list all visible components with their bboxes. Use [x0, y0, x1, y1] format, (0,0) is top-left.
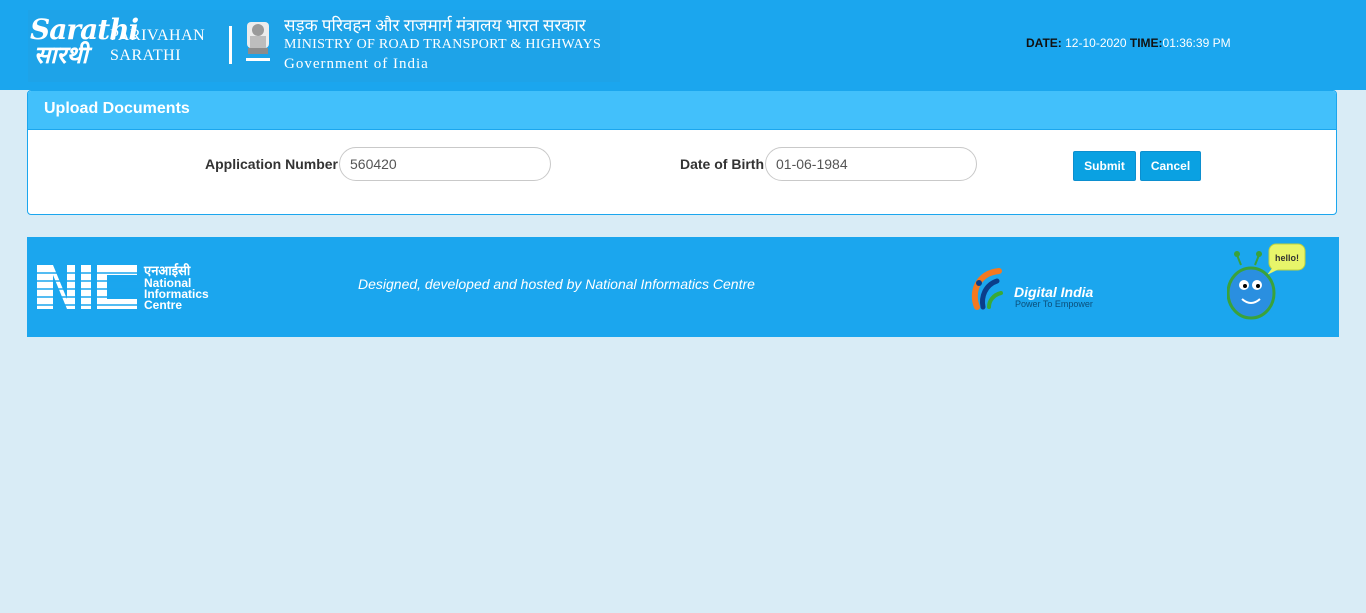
chatbot-speech-text: hello! — [1275, 253, 1299, 263]
digital-india-title: Digital India — [1014, 284, 1094, 300]
sarathi-logo: Sarathi सारथी — [30, 16, 139, 72]
brand-line-2: SARATHI — [110, 47, 182, 64]
digital-india-tagline: Power To Empower — [1015, 299, 1093, 309]
application-number-input[interactable] — [339, 147, 551, 181]
sarathi-logo-banner[interactable]: Sarathi सारथी PARIVAHAN SARATHI सड़क परि… — [28, 10, 620, 82]
brand-name: PARIVAHAN SARATHI — [110, 26, 205, 66]
dob-label: Date of Birth — [680, 156, 764, 172]
date-value: 12-10-2020 — [1065, 36, 1127, 50]
nic-line-3: Centre — [144, 298, 183, 312]
digital-india-icon — [971, 268, 1003, 310]
panel-header — [28, 91, 1336, 130]
upload-documents-panel: Upload Documents Application Number Date… — [27, 90, 1337, 215]
nic-text: एनआईसी National Informatics Centre — [144, 263, 209, 311]
date-label: DATE: — [1026, 36, 1062, 50]
digital-india-logo[interactable]: Digital India Power To Empower — [967, 263, 1117, 313]
chatbot-mascot[interactable]: hello! — [1227, 241, 1309, 321]
ministry-text: सड़क परिवहन और राजमार्ग मंत्रालय भारत सर… — [284, 16, 601, 74]
government-of-india: Government of India — [284, 56, 429, 72]
submit-button[interactable]: Submit — [1073, 151, 1136, 181]
dob-input[interactable] — [765, 147, 977, 181]
date-time-display: DATE: 12-10-2020 TIME:01:36:39 PM — [1026, 36, 1231, 50]
ministry-english: MINISTRY OF ROAD TRANSPORT & HIGHWAYS — [284, 37, 602, 52]
time-label: TIME: — [1129, 36, 1163, 50]
site-footer: एनआईसी National Informatics Centre Desig… — [27, 237, 1339, 337]
logo-divider — [229, 26, 232, 64]
footer-credit: Designed, developed and hosted by Nation… — [358, 276, 755, 292]
panel-title: Upload Documents — [44, 100, 190, 117]
national-emblem-icon — [246, 22, 270, 61]
cancel-button[interactable]: Cancel — [1140, 151, 1201, 181]
site-header: Sarathi सारथी PARIVAHAN SARATHI सड़क परि… — [0, 0, 1366, 90]
time-value: 01:36:39 PM — [1162, 36, 1231, 50]
nic-logo-icon[interactable] — [37, 263, 147, 311]
sarathi-logo-devanagari: सारथी — [34, 40, 88, 69]
brand-line-1: PARIVAHAN — [110, 27, 206, 44]
application-number-label: Application Number — [205, 156, 339, 172]
ministry-hindi: सड़क परिवहन और राजमार्ग मंत्रालय भारत सर… — [284, 16, 586, 35]
